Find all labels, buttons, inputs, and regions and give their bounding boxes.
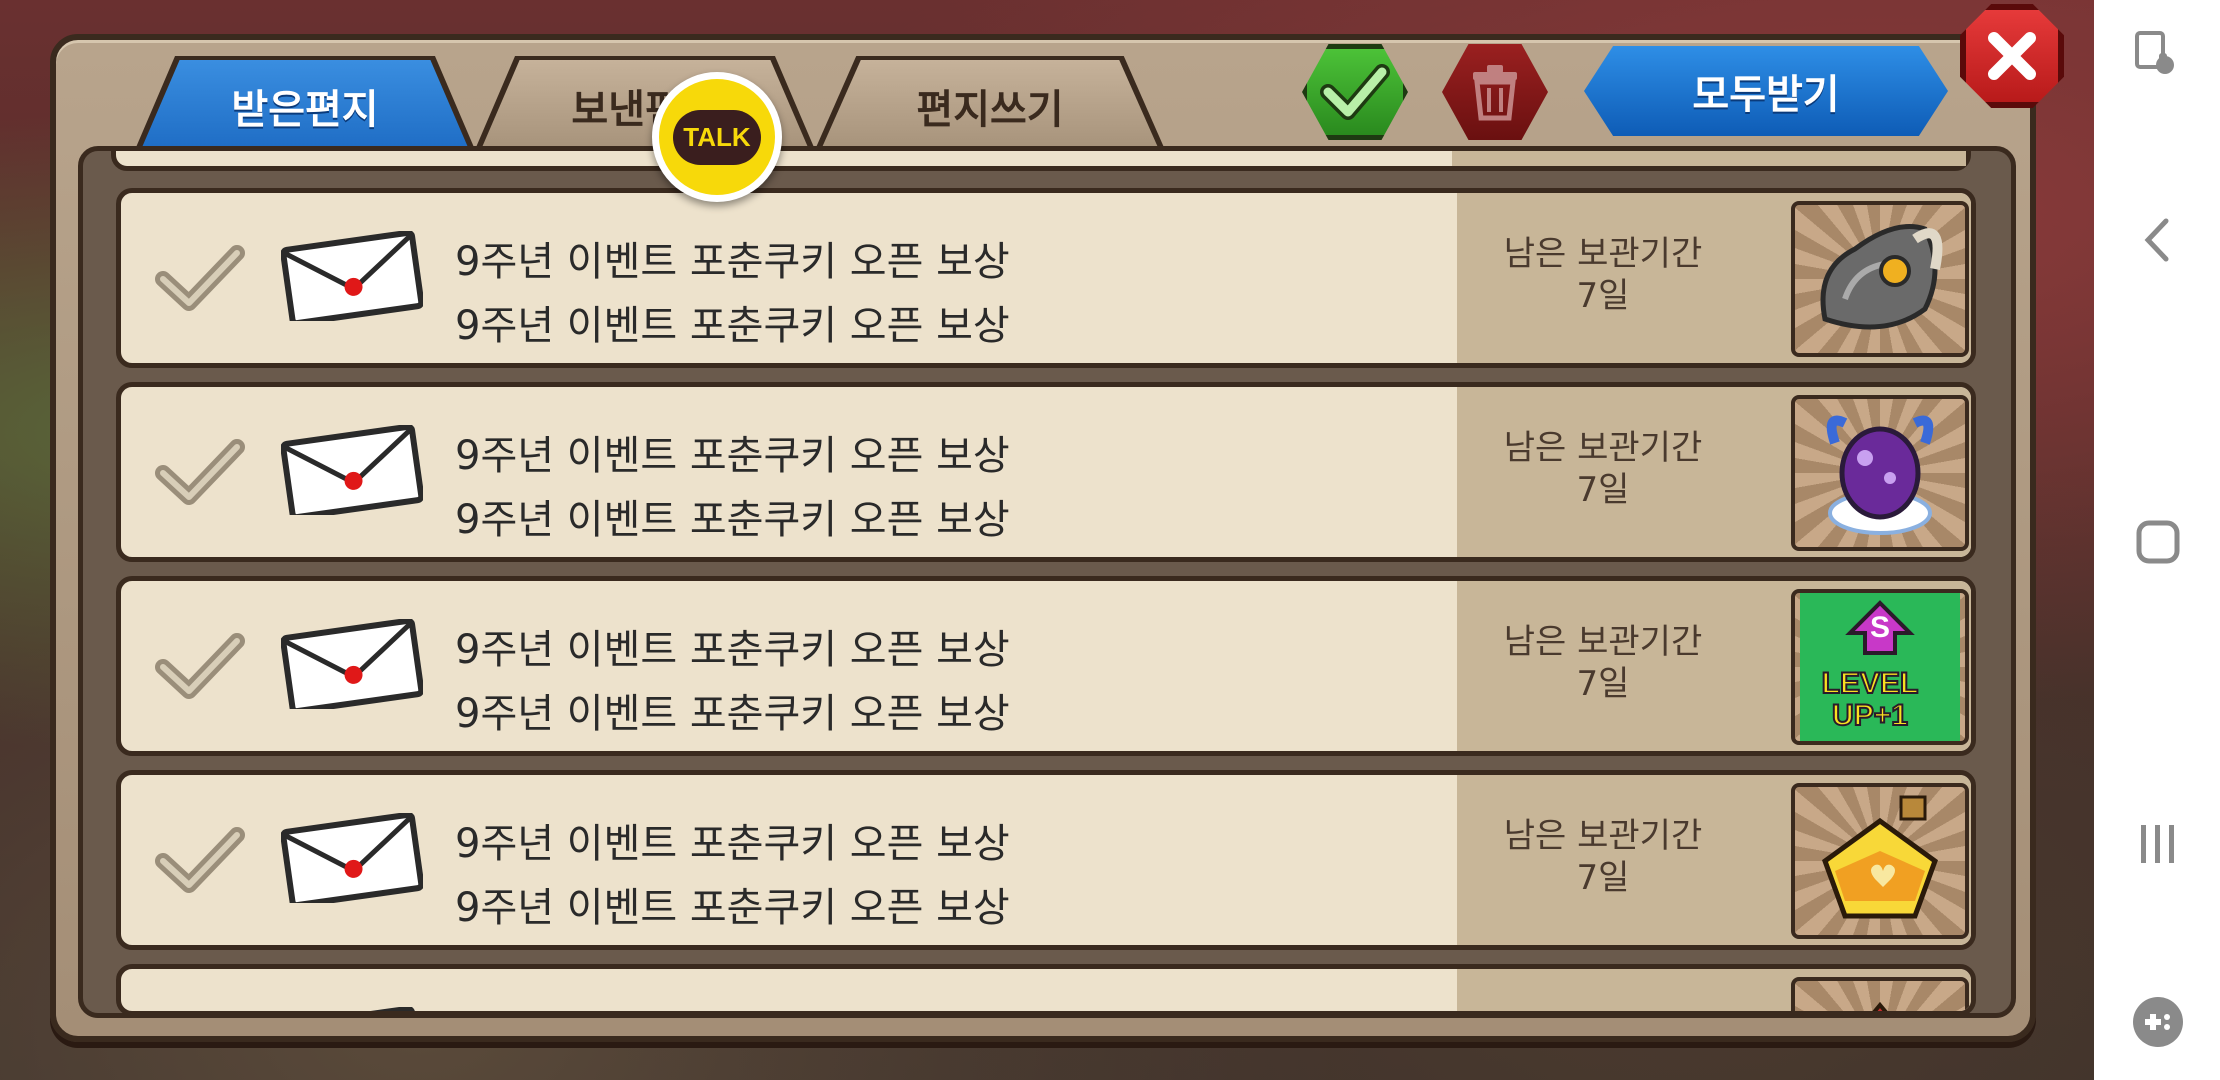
mail-title: 9주년 이벤트 포춘쿠키 오픈 보상 bbox=[455, 239, 1010, 285]
tab-write-mail[interactable]: 편지쓰기 bbox=[820, 60, 1160, 152]
envelope-icon bbox=[281, 1007, 423, 1011]
envelope-icon bbox=[281, 425, 423, 515]
rock-crab-icon[interactable] bbox=[1791, 201, 1969, 357]
mail-select-check-icon[interactable] bbox=[155, 631, 245, 701]
mail-select-check-icon[interactable] bbox=[155, 825, 245, 895]
expire-label: 남은 보관기간 bbox=[1503, 234, 1703, 274]
heart-potion-icon[interactable] bbox=[1791, 783, 1969, 939]
mail-body: 9주년 이벤트 포춘쿠키 오픈 보상 bbox=[455, 303, 1010, 349]
level-up-s-text: S bbox=[1870, 611, 1890, 644]
receive-all-button[interactable]: 모두받기 bbox=[1584, 46, 1948, 136]
mail-expire-info: 남은 보관기간 7일 bbox=[1467, 233, 1739, 317]
mail-body: 9주년 이벤트 포춘쿠키 오픈 보상 bbox=[455, 885, 1010, 931]
mail-row[interactable]: 9주년 이벤트 포춘쿠키 오픈 보상 9주년 이벤트 포춘쿠키 오픈 보상 남은 보… bbox=[116, 382, 1976, 562]
mail-title: 9주년 이벤트 포춘쿠키 오픈 보상 bbox=[455, 433, 1010, 479]
level-up-up-text: UP+1 bbox=[1832, 699, 1908, 732]
mail-row[interactable]: 9주년 이벤트 포춘쿠키 오픈 보상 9주년 이벤트 포춘쿠키 오픈 보상 남은 보… bbox=[116, 188, 1976, 368]
close-icon bbox=[1988, 32, 2036, 80]
envelope-icon bbox=[281, 813, 423, 903]
list-item-partial-top bbox=[111, 151, 1971, 171]
talk-badge-label: TALK bbox=[673, 109, 761, 165]
expire-value: 7일 bbox=[1576, 858, 1630, 898]
game-tools-icon[interactable] bbox=[2130, 994, 2186, 1050]
receive-all-label: 모두받기 bbox=[1692, 72, 1840, 118]
mail-body: 9주년 이벤트 포춘쿠키 오픈 보상 bbox=[455, 497, 1010, 543]
mail-row[interactable]: 9주년 이벤트 포춘쿠키 오픈 보상 bbox=[116, 964, 1976, 1016]
trash-icon bbox=[1473, 65, 1517, 121]
expire-value: 7일 bbox=[1576, 664, 1630, 704]
mail-title: 9주년 이벤트 포춘쿠키 오픈 보상 bbox=[455, 821, 1010, 867]
tab-received-label: 받은편지 bbox=[231, 87, 379, 133]
expire-label: 남은 보관기간 bbox=[1503, 622, 1703, 662]
tab-write-label: 편지쓰기 bbox=[916, 87, 1064, 133]
level-up-icon[interactable]: S LEVEL UP+1 bbox=[1791, 589, 1969, 745]
mail-expire-info: 남은 보관기간 7일 bbox=[1467, 815, 1739, 899]
talk-icon: TALK bbox=[659, 79, 775, 195]
mail-expire-info: 남은 보관기간 7일 bbox=[1467, 427, 1739, 511]
mail-select-check-icon[interactable] bbox=[155, 437, 245, 507]
expire-value: 7일 bbox=[1576, 276, 1630, 316]
envelope-icon bbox=[281, 619, 423, 709]
envelope-icon bbox=[281, 231, 423, 321]
purple-egg-icon[interactable] bbox=[1791, 395, 1969, 551]
screen-touch-icon[interactable] bbox=[2130, 28, 2186, 84]
mail-body: 9주년 이벤트 포춘쿠키 오픈 보상 bbox=[455, 691, 1010, 737]
level-up-level-text: LEVEL bbox=[1822, 667, 1919, 700]
mail-title: 9주년 이벤트 포춘쿠키 오픈 보상 bbox=[455, 627, 1010, 673]
mail-title: 9주년 이벤트 포춘쿠키 오픈 보상 bbox=[455, 1005, 1010, 1011]
mail-row[interactable]: 9주년 이벤트 포춘쿠키 오픈 보상 9주년 이벤트 포춘쿠키 오픈 보상 남은 보… bbox=[116, 770, 1976, 950]
mail-row[interactable]: 9주년 이벤트 포춘쿠키 오픈 보상 9주년 이벤트 포춘쿠키 오픈 보상 남은 보… bbox=[116, 576, 1976, 756]
recents-nav-icon[interactable] bbox=[2130, 816, 2186, 872]
tab-received-mail[interactable]: 받은편지 bbox=[140, 60, 470, 152]
check-icon bbox=[1320, 64, 1390, 120]
mail-select-check-icon[interactable] bbox=[155, 243, 245, 313]
back-nav-icon[interactable] bbox=[2130, 212, 2186, 268]
expire-label: 남은 보관기간 bbox=[1503, 428, 1703, 468]
kakaotalk-badge[interactable]: TALK bbox=[652, 72, 782, 202]
expire-value: 7일 bbox=[1576, 470, 1630, 510]
partial-item-icon[interactable] bbox=[1791, 977, 1969, 1011]
mail-expire-info: 남은 보관기간 7일 bbox=[1467, 621, 1739, 705]
expire-label: 남은 보관기간 bbox=[1503, 816, 1703, 856]
home-nav-icon[interactable] bbox=[2130, 514, 2186, 570]
